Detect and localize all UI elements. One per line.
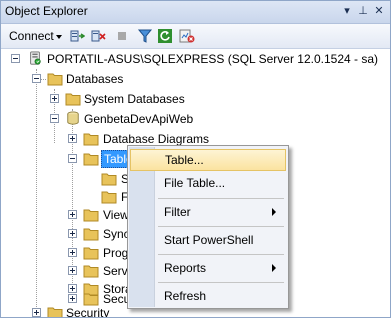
connect-object-explorer-icon[interactable] — [69, 28, 85, 44]
database-server-icon — [30, 51, 41, 65]
tree-node-databases[interactable]: Databases — [1, 69, 390, 89]
refresh-icon[interactable] — [157, 28, 173, 44]
folder-icon — [83, 247, 99, 260]
tree-node-system-databases[interactable]: System Databases — [1, 89, 390, 109]
tree-node-views[interactable]: Views — [1, 205, 135, 225]
server-label: PORTATIL-ASUS\SQLEXPRESS (SQL Server 12.… — [47, 52, 379, 66]
collapse-icon[interactable] — [68, 154, 77, 163]
expand-icon[interactable] — [68, 229, 77, 238]
tree-node-server[interactable]: PORTATIL-ASUS\SQLEXPRESS (SQL Server 12.… — [1, 49, 390, 69]
tree-node-database[interactable]: GenbetaDevApiWeb — [1, 109, 390, 129]
collapse-icon[interactable] — [50, 114, 59, 123]
folder-icon — [47, 73, 63, 86]
menu-item-reports[interactable]: Reports — [130, 257, 286, 279]
folder-icon — [65, 93, 81, 106]
expand-icon[interactable] — [68, 294, 77, 303]
connect-button[interactable]: Connect — [7, 28, 64, 44]
menu-item-filter[interactable]: Filter — [130, 201, 286, 223]
context-menu-gutter — [129, 147, 155, 307]
submenu-arrow-icon — [272, 264, 276, 272]
disconnect-icon[interactable] — [90, 28, 106, 44]
expand-icon[interactable] — [68, 134, 77, 143]
security-label: Security — [66, 306, 110, 318]
expand-icon[interactable] — [68, 210, 77, 219]
activity-monitor-icon[interactable] — [179, 28, 195, 44]
menu-item-label: Start PowerShell — [164, 233, 254, 247]
window-position-icon[interactable]: ▾ — [341, 4, 353, 18]
menu-item-refresh[interactable]: Refresh — [130, 285, 286, 307]
folder-icon — [101, 173, 117, 186]
toolbar: Connect — [1, 24, 390, 49]
folder-icon — [101, 191, 117, 204]
folder-icon — [83, 228, 99, 241]
submenu-arrow-icon — [272, 208, 276, 216]
synonyms-label: Sync — [103, 227, 130, 241]
expand-icon[interactable] — [50, 94, 59, 103]
auto-hide-pin-icon[interactable]: ⊥ — [357, 4, 369, 18]
databases-label: Databases — [66, 72, 124, 86]
database-icon — [67, 111, 79, 125]
expand-icon[interactable] — [68, 248, 77, 257]
filter-icon[interactable] — [137, 28, 153, 44]
menu-item-new-table[interactable]: Table... — [130, 149, 286, 171]
folder-icon — [83, 153, 99, 166]
tree-node-service-broker[interactable]: Servi — [1, 261, 131, 281]
menu-item-file-table[interactable]: File Table... — [130, 172, 286, 194]
menu-item-label: Refresh — [164, 289, 207, 303]
tree-node-system-tables[interactable]: S — [1, 169, 131, 189]
collapse-icon[interactable] — [32, 74, 41, 83]
database-label: GenbetaDevApiWeb — [84, 112, 194, 126]
window-title: Object Explorer — [5, 4, 88, 18]
menu-separator — [158, 282, 284, 283]
folder-icon — [83, 209, 99, 222]
tree-node-programmability[interactable]: Prog — [1, 243, 131, 263]
close-icon[interactable]: ✕ — [373, 4, 385, 18]
folder-icon — [47, 307, 63, 317]
expand-icon[interactable] — [68, 266, 77, 275]
object-explorer-window: Object Explorer ▾ ⊥ ✕ Connect PORTATIL-A… — [0, 0, 391, 318]
menu-separator — [158, 254, 284, 255]
menu-separator — [158, 226, 284, 227]
title-bar: Object Explorer ▾ ⊥ ✕ — [1, 1, 390, 24]
context-menu: Table... File Table... Filter Start Powe… — [127, 145, 289, 309]
menu-item-label: File Table... — [164, 176, 226, 190]
stop-icon[interactable] — [114, 28, 130, 44]
folder-icon — [83, 133, 99, 146]
menu-item-start-powershell[interactable]: Start PowerShell — [130, 229, 286, 251]
connect-label: Connect — [9, 29, 54, 43]
system-databases-label: System Databases — [84, 92, 185, 106]
tree-node-synonyms[interactable]: Sync — [1, 224, 131, 244]
dropdown-arrow-icon — [55, 34, 62, 39]
menu-item-label: Reports — [164, 261, 207, 275]
menu-item-label: Filter — [164, 205, 191, 219]
folder-icon — [83, 265, 99, 278]
programmability-label: Prog — [103, 246, 129, 260]
tree-node-file-tables[interactable]: F — [1, 187, 131, 207]
collapse-icon[interactable] — [11, 54, 20, 63]
expand-icon[interactable] — [32, 308, 41, 317]
menu-separator — [158, 198, 284, 199]
menu-item-label: Table... — [165, 153, 204, 167]
